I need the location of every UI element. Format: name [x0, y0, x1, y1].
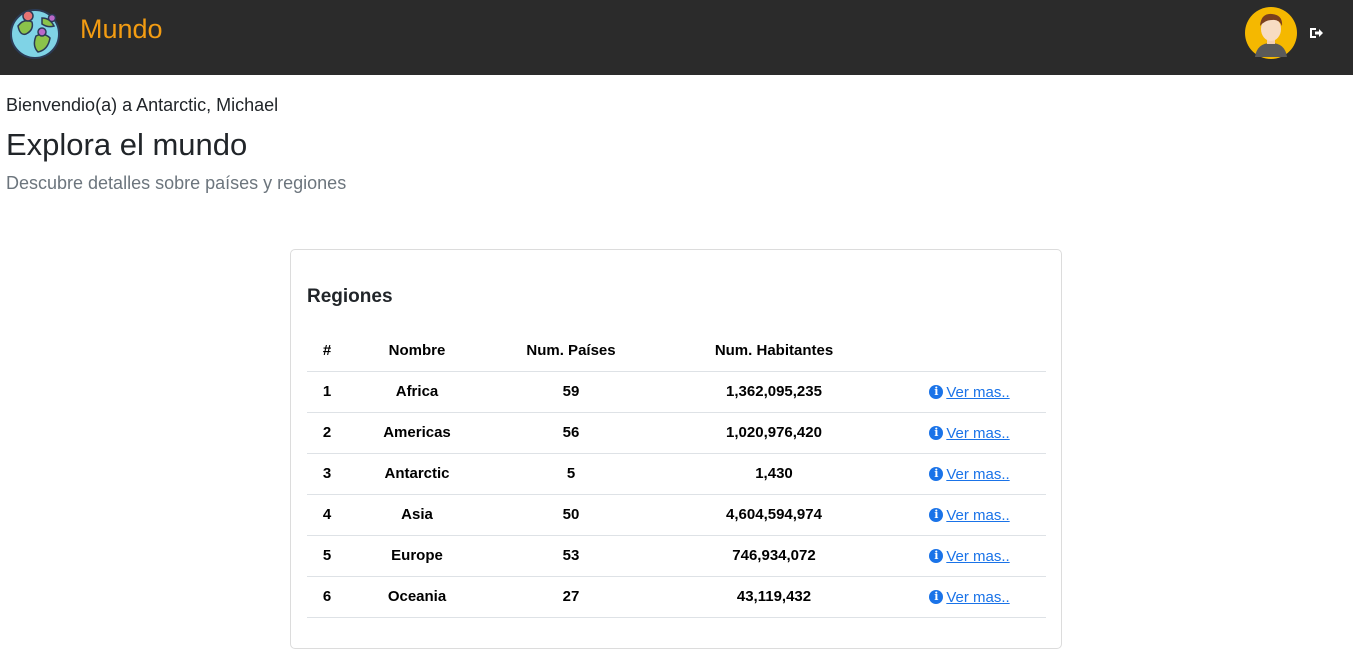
- row-index: 5: [307, 535, 347, 577]
- table-row: 3 Antarctic 5 1,430 i Ver mas..: [307, 453, 1046, 495]
- row-name: Asia: [347, 494, 487, 536]
- row-population: 1,020,976,420: [655, 412, 893, 454]
- table-row: 5 Europe 53 746,934,072 i Ver mas..: [307, 535, 1046, 577]
- ver-mas-link[interactable]: i Ver mas..: [929, 384, 1010, 401]
- row-countries: 27: [487, 576, 655, 618]
- brand-name[interactable]: Mundo: [80, 14, 163, 45]
- page-subtitle: Descubre detalles sobre países y regione…: [6, 173, 347, 193]
- row-index: 1: [307, 371, 347, 413]
- info-icon: i: [929, 590, 944, 605]
- info-icon: i: [929, 426, 944, 441]
- row-countries: 59: [487, 371, 655, 413]
- column-header-population: Num. Habitantes: [655, 331, 893, 372]
- info-icon: i: [929, 467, 944, 482]
- regions-table: # Nombre Num. Países Num. Habitantes 1 A…: [307, 331, 1046, 618]
- row-countries: 50: [487, 494, 655, 536]
- ver-mas-link[interactable]: i Ver mas..: [929, 507, 1010, 524]
- row-name: Oceania: [347, 576, 487, 618]
- logout-icon[interactable]: [1308, 25, 1324, 41]
- regions-title: Regiones: [307, 286, 393, 307]
- column-header-name: Nombre: [347, 331, 487, 372]
- info-icon: i: [929, 508, 944, 523]
- column-header-actions: [893, 331, 1046, 372]
- regions-card: Regiones # Nombre Num. Países Num. Habit…: [290, 249, 1062, 649]
- row-index: 4: [307, 494, 347, 536]
- avatar[interactable]: [1245, 7, 1297, 59]
- row-countries: 5: [487, 453, 655, 495]
- table-row: 1 Africa 59 1,362,095,235 i Ver mas..: [307, 371, 1046, 413]
- row-population: 4,604,594,974: [655, 494, 893, 536]
- row-index: 6: [307, 576, 347, 618]
- row-index: 2: [307, 412, 347, 454]
- row-population: 746,934,072: [655, 535, 893, 577]
- table-row: 6 Oceania 27 43,119,432 i Ver mas..: [307, 576, 1046, 618]
- ver-mas-link[interactable]: i Ver mas..: [929, 589, 1010, 606]
- info-icon: i: [929, 549, 944, 564]
- table-header-row: # Nombre Num. Países Num. Habitantes: [307, 331, 1046, 372]
- row-name: Europe: [347, 535, 487, 577]
- globe-icon[interactable]: [8, 6, 62, 60]
- row-name: Africa: [347, 371, 487, 413]
- row-countries: 53: [487, 535, 655, 577]
- row-population: 1,430: [655, 453, 893, 495]
- row-population: 43,119,432: [655, 576, 893, 618]
- row-population: 1,362,095,235: [655, 371, 893, 413]
- row-name: Americas: [347, 412, 487, 454]
- info-icon: i: [929, 385, 944, 400]
- welcome-message: Bienvendio(a) a Antarctic, Michael: [6, 95, 279, 115]
- table-row: 4 Asia 50 4,604,594,974 i Ver mas..: [307, 494, 1046, 536]
- ver-mas-link[interactable]: i Ver mas..: [929, 548, 1010, 565]
- table-row: 2 Americas 56 1,020,976,420 i Ver mas..: [307, 412, 1046, 454]
- ver-mas-link[interactable]: i Ver mas..: [929, 425, 1010, 442]
- row-countries: 56: [487, 412, 655, 454]
- page-title: Explora el mundo: [6, 127, 248, 162]
- column-header-index: #: [307, 331, 347, 372]
- ver-mas-link[interactable]: i Ver mas..: [929, 466, 1010, 483]
- column-header-countries: Num. Países: [487, 331, 655, 372]
- row-index: 3: [307, 453, 347, 495]
- row-name: Antarctic: [347, 453, 487, 495]
- top-navbar: Mundo: [0, 0, 1353, 75]
